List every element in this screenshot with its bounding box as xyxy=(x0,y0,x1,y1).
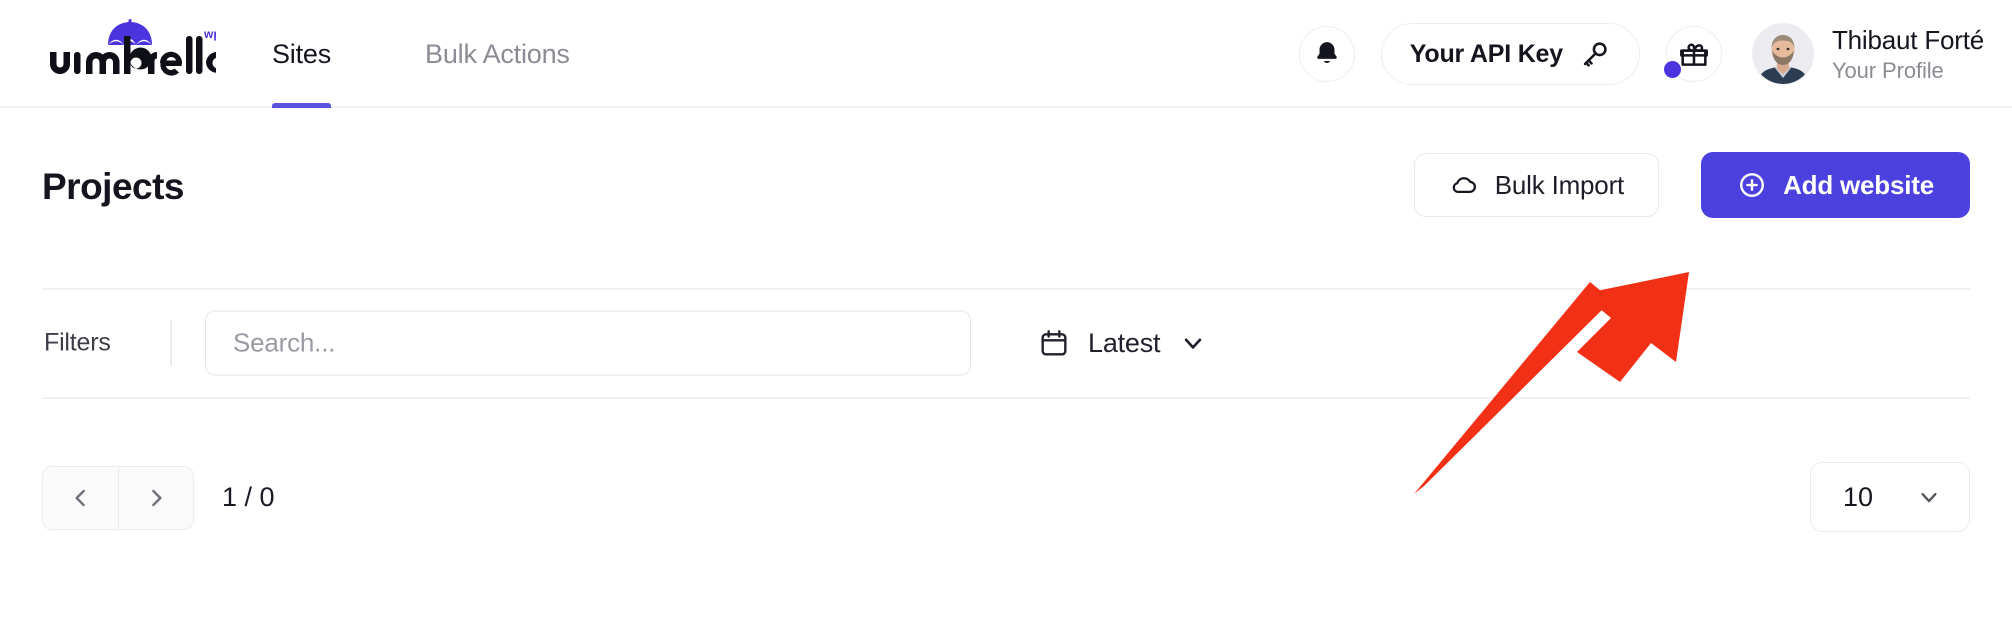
sort-label: Latest xyxy=(1088,327,1161,358)
cloud-icon xyxy=(1452,177,1476,193)
per-page-dropdown[interactable]: 10 xyxy=(1810,462,1970,532)
user-avatar xyxy=(1752,24,1813,84)
filters-row: Filters Latest xyxy=(0,288,2012,398)
pagination-next-button[interactable] xyxy=(118,467,193,529)
gift-button-wrap xyxy=(1663,26,1722,82)
search-input[interactable] xyxy=(233,327,943,359)
per-page-value: 10 xyxy=(1843,481,1874,512)
tab-bulk-actions[interactable]: Bulk Actions xyxy=(425,0,570,108)
pagination-count: 1 / 0 xyxy=(222,481,275,512)
header-right-cluster: Your API Key Thibaut Forté Your Profile xyxy=(1298,0,1984,108)
chevron-right-icon xyxy=(152,489,162,507)
page-header: Projects Bulk Import Add website xyxy=(0,108,2012,288)
api-key-label: Your API Key xyxy=(1409,39,1563,68)
filters-label: Filters xyxy=(44,328,111,357)
page-content: Projects Bulk Import Add website Filters… xyxy=(0,108,2012,644)
api-key-button[interactable]: Your API Key xyxy=(1380,23,1640,85)
chevron-down-icon xyxy=(1185,338,1202,349)
profile-text: Thibaut Forté Your Profile xyxy=(1832,25,1984,84)
gift-icon xyxy=(1680,43,1708,66)
filters-separator xyxy=(170,320,172,366)
pagination-buttons xyxy=(42,466,194,530)
chevron-down-icon xyxy=(1921,492,1937,503)
logo-icon: wp xyxy=(50,19,216,76)
page-title: Projects xyxy=(42,166,185,207)
pagination-row: 1 / 0 10 xyxy=(0,398,2012,578)
chevron-left-icon xyxy=(74,489,85,507)
main-nav: Sites Bulk Actions xyxy=(272,0,570,108)
key-icon xyxy=(1583,42,1607,67)
bell-icon xyxy=(1316,42,1337,63)
avatar xyxy=(1751,23,1814,85)
top-header: wp Sites Bulk Actions Your API Key xyxy=(0,0,2012,108)
app-root: wp Sites Bulk Actions Your API Key xyxy=(0,0,2012,644)
notifications-button[interactable] xyxy=(1298,26,1355,82)
profile-menu[interactable]: Thibaut Forté Your Profile xyxy=(1751,23,1984,85)
tab-bulk-actions-label: Bulk Actions xyxy=(425,38,570,69)
profile-subtitle: Your Profile xyxy=(1831,57,1944,83)
add-website-label: Add website xyxy=(1783,169,1934,200)
tab-sites[interactable]: Sites xyxy=(272,0,331,108)
sort-dropdown[interactable]: Latest xyxy=(1038,327,1208,359)
bulk-import-button[interactable]: Bulk Import xyxy=(1413,153,1660,217)
search-box[interactable] xyxy=(205,310,971,376)
svg-text:wp: wp xyxy=(203,27,216,41)
page-header-actions: Bulk Import Add website xyxy=(1413,152,1970,218)
add-website-button[interactable]: Add website xyxy=(1701,152,1970,218)
bulk-import-label: Bulk Import xyxy=(1494,169,1625,200)
plus-circle-icon xyxy=(1740,173,1765,197)
calendar-icon xyxy=(1041,330,1067,356)
gift-badge-dot xyxy=(1663,61,1681,78)
pagination-prev-button[interactable] xyxy=(43,467,118,529)
tab-sites-label: Sites xyxy=(272,38,332,69)
profile-name: Thibaut Forté xyxy=(1831,24,1984,55)
umbrella-wp-logo[interactable]: wp xyxy=(36,14,216,86)
